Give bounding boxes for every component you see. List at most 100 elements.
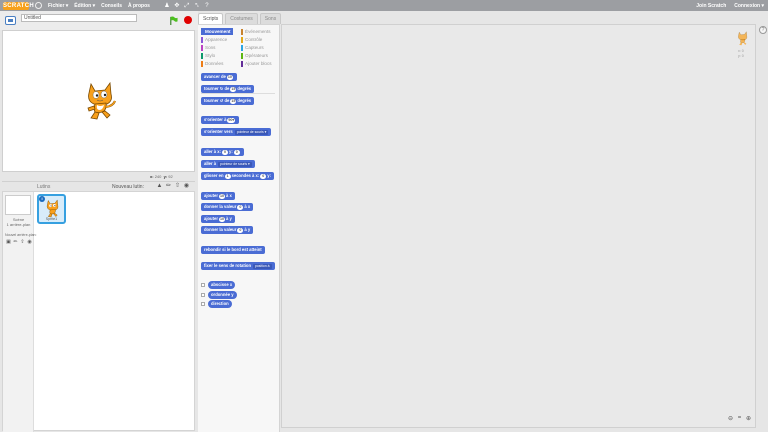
presentation-mode-icon[interactable] [5,16,16,25]
menu-file[interactable]: Fichier ▾ [48,3,68,9]
dropdown-input[interactable]: pointeur de souris ▾ [218,161,252,167]
sprite-position-readout: x: 0 y: 0 [738,49,744,58]
stage-header: Untitled [0,11,198,30]
checkbox-direction[interactable] [201,302,205,306]
tab-sounds[interactable]: Sons [259,13,282,24]
project-title-input[interactable]: Untitled [21,14,137,22]
block-turn-left[interactable]: tourner ↺ de 15 degrés [201,97,255,105]
number-input[interactable]: 10 [218,193,225,199]
number-input[interactable]: 15 [230,86,237,92]
sprite-name-label: Sprite1 [45,217,58,221]
join-scratch-link[interactable]: Join Scratch [696,3,726,9]
block-bounce[interactable]: rebondir si le bord est atteint [201,246,265,254]
block-turn-right[interactable]: tourner ↻ de 15 degrés [201,85,255,93]
block-move-steps[interactable]: avancer de 10 [201,73,237,81]
checkbox-y-position[interactable] [201,293,205,297]
library-backdrop-icon[interactable]: ▣ [5,239,12,245]
stage-thumbnail[interactable] [5,195,31,215]
reporter-y-position[interactable]: ordonnée y [208,291,237,299]
green-flag-icon[interactable] [169,16,178,25]
duplicate-icon[interactable]: ♟ [164,3,170,9]
shrink-icon[interactable]: ⤣ [194,3,200,9]
new-backdrop-label: Nouvel arrière-plan: [5,233,37,237]
stop-sign-icon[interactable] [184,16,192,24]
number-input[interactable]: 10 [218,216,225,222]
upload-sprite-icon[interactable]: ⇧ [173,183,182,190]
upload-backdrop-icon[interactable]: ⇧ [19,239,26,245]
zoom-in-icon[interactable]: ⊕ [744,415,753,422]
globe-icon[interactable] [35,2,42,9]
number-input[interactable]: 0 [222,149,228,155]
category-pen[interactable]: Stylo [201,52,215,59]
block-text: tourner ↺ de [204,98,230,103]
tab-scripts[interactable]: Scripts [198,13,224,24]
block-point-towards[interactable]: s'orienter vers pointeur de souris ▾ [201,128,272,136]
category-operators[interactable]: Opérateurs [241,52,268,59]
category-more-blocks[interactable]: Ajouter blocs [241,60,272,67]
block-set-y[interactable]: donner la valeur 0 à y [201,226,254,234]
checkbox-x-position[interactable] [201,283,205,287]
category-sound[interactable]: Sons [201,44,215,51]
editor-tabs: Scripts Costumes Sons [198,13,283,24]
category-sensing[interactable]: Capteurs [241,44,264,51]
sign-in-menu[interactable]: Connexion ▾ [734,3,764,9]
sprite-y-readout: y: 0 [738,53,744,58]
dropdown-input[interactable]: pointeur de souris ▾ [234,129,269,135]
number-input[interactable]: 10 [226,74,233,80]
tab-costumes[interactable]: Costumes [225,13,258,24]
category-looks[interactable]: Apparence [201,36,227,43]
block-change-x[interactable]: ajouter 10 à x [201,192,235,200]
block-set-x[interactable]: donner la valeur 0 à x [201,203,254,211]
category-data[interactable]: Données [201,60,223,67]
sprites-header: Lutins Nouveau lutin: ▲ ✏ ⇧ ◉ [2,181,195,191]
paint-sprite-icon[interactable]: ✏ [164,183,173,190]
block-palette: Mouvement Événements Apparence Contrôle … [198,24,280,432]
camera-backdrop-icon[interactable]: ◉ [26,239,33,245]
reporter-direction[interactable]: direction [208,300,232,308]
number-input[interactable]: 15 [230,98,237,104]
number-input[interactable]: 0 [237,227,244,233]
sprite-thumbnail[interactable]: i Sprite1 [37,194,66,224]
menu-edit[interactable]: Édition ▾ [74,3,95,9]
cat-current-sprite-icon [738,31,748,46]
number-input[interactable]: 0 [237,204,244,210]
help-icon[interactable]: ? [204,3,210,9]
block-go-to-xy[interactable]: aller à x: 0 y: 0 [201,148,244,156]
number-input[interactable]: 0 [233,149,240,155]
backdrop-count-label: 1 arrière-plan [6,222,31,227]
block-rotation-style[interactable]: fixer le sens de rotation position à [201,262,275,270]
block-text: s'orienter vers [204,129,233,134]
category-events[interactable]: Événements [241,28,271,35]
menu-about[interactable]: À propos [128,3,150,9]
stage-canvas[interactable] [2,30,195,172]
block-text: glisser en [204,173,224,178]
cat-sprite-icon[interactable] [83,81,119,121]
scripts-area[interactable]: x: 0 y: 0 ⊖ = ⊕ [281,24,756,428]
zoom-reset-icon[interactable]: = [735,415,744,422]
block-go-to[interactable]: aller à pointeur de souris ▾ [201,160,255,168]
dropdown-input[interactable]: position à [253,263,272,269]
grow-icon[interactable]: ⤢ [184,3,190,9]
library-sprite-icon[interactable]: ▲ [155,183,164,190]
sprites-pane: Scène 1 arrière-plan Nouvel arrière-plan… [2,191,195,432]
scratch-logo[interactable]: SCRATCH [3,1,34,10]
block-text: ajouter [204,216,218,221]
category-control[interactable]: Contrôle [241,36,262,43]
number-input[interactable]: 90▾ [227,117,236,123]
help-icon[interactable]: ? [759,26,767,34]
block-text: s'orienter à [204,117,227,122]
cut-icon[interactable]: ✥ [174,3,180,9]
reporter-x-position[interactable]: abscisse x [208,281,236,289]
block-glide[interactable]: glisser en 1 secondes à x: 0 y: [201,172,274,180]
menu-tips[interactable]: Conseils [101,3,122,9]
number-input[interactable]: 1 [224,173,231,179]
paint-backdrop-icon[interactable]: ✏ [12,239,19,245]
block-change-y[interactable]: ajouter 10 à y [201,215,235,223]
number-input[interactable]: 0 [260,173,267,179]
zoom-out-icon[interactable]: ⊖ [726,415,735,422]
block-point-direction[interactable]: s'orienter à 90▾ [201,116,240,124]
camera-sprite-icon[interactable]: ◉ [182,183,191,190]
category-motion[interactable]: Mouvement [201,28,233,35]
stage-column[interactable]: Scène 1 arrière-plan Nouvel arrière-plan… [3,192,37,432]
category-divider [201,93,275,94]
